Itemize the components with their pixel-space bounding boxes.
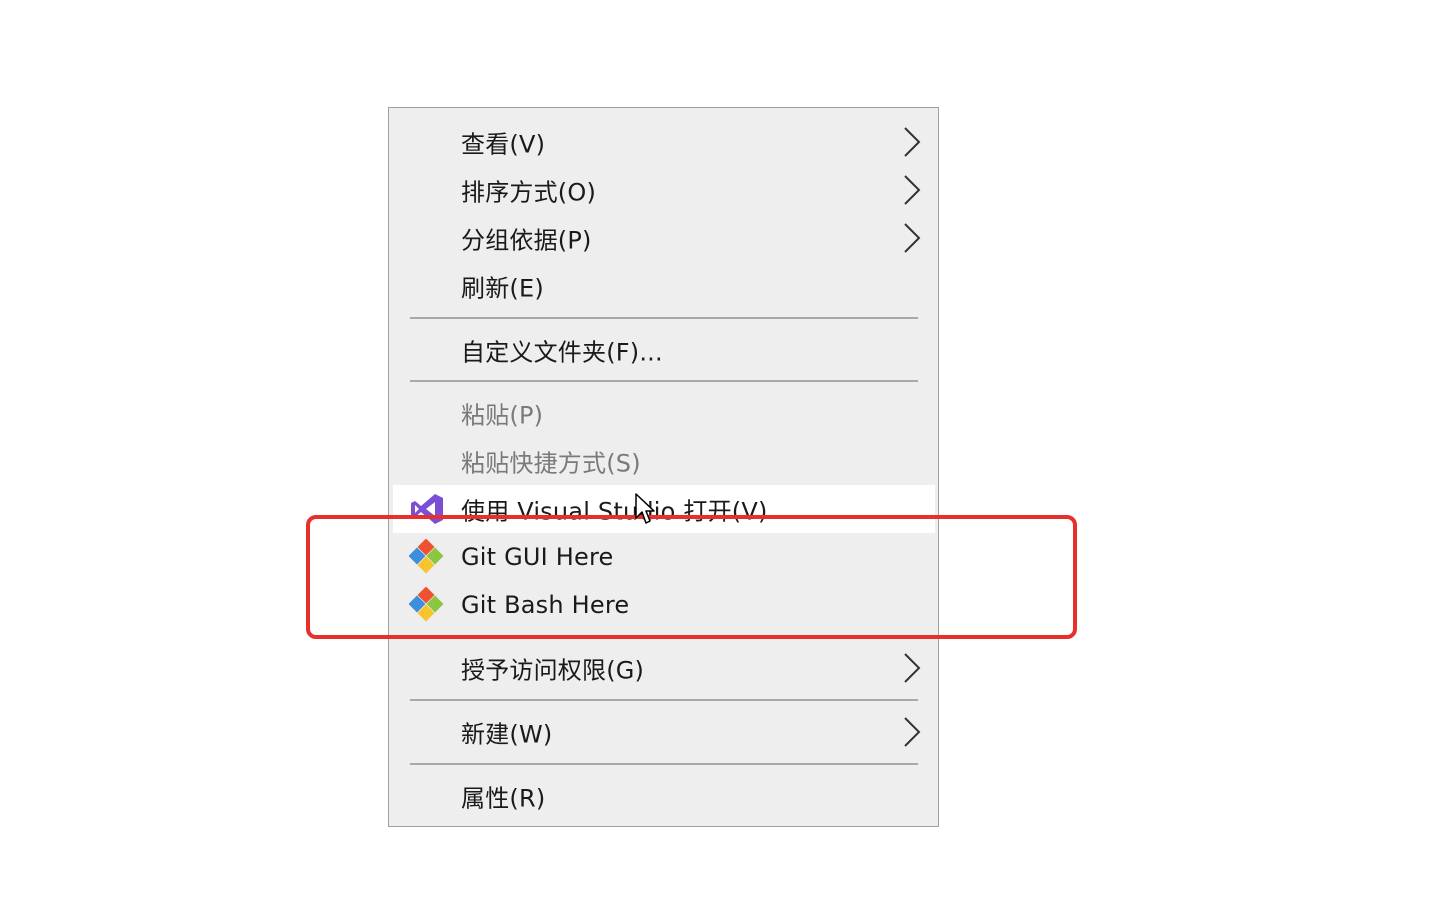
menu-separator xyxy=(410,699,918,701)
chevron-right-icon xyxy=(904,223,921,253)
menu-item-view[interactable]: 查看(V) xyxy=(389,118,938,166)
menu-item-paste: 粘贴(P) xyxy=(389,389,938,437)
menu-item-sort-by[interactable]: 排序方式(O) xyxy=(389,166,938,214)
menu-item-customize-folder[interactable]: 自定义文件夹(F)... xyxy=(389,326,938,374)
menu-item-label: 新建(W) xyxy=(461,720,553,749)
chevron-right-icon xyxy=(904,127,921,157)
chevron-right-icon xyxy=(904,717,921,747)
menu-item-new[interactable]: 新建(W) xyxy=(389,708,938,756)
menu-item-git-gui-here[interactable]: Git GUI Here xyxy=(389,533,938,581)
menu-item-git-bash-here[interactable]: Git Bash Here xyxy=(389,581,938,629)
menu-item-label: 刷新(E) xyxy=(461,274,544,303)
menu-item-label: 查看(V) xyxy=(461,130,546,159)
chevron-right-icon xyxy=(904,175,921,205)
menu-item-open-with-visual-studio[interactable]: 使用 Visual Studio 打开(V) xyxy=(393,485,935,533)
menu-item-give-access[interactable]: 授予访问权限(G) xyxy=(389,644,938,692)
menu-item-group-by[interactable]: 分组依据(P) xyxy=(389,214,938,262)
git-icon xyxy=(409,539,444,574)
menu-item-label: 排序方式(O) xyxy=(461,178,597,207)
menu-item-label: 分组依据(P) xyxy=(461,226,592,255)
context-menu: 查看(V) 排序方式(O) 分组依据(P) 刷新(E) 自定义文件夹(F)... xyxy=(388,107,939,827)
menu-item-label: Git Bash Here xyxy=(461,591,630,619)
menu-item-label: Git GUI Here xyxy=(461,543,614,571)
menu-item-label: 粘贴快捷方式(S) xyxy=(461,449,641,478)
chevron-right-icon xyxy=(904,653,921,683)
menu-item-label: 属性(R) xyxy=(461,784,546,813)
menu-item-refresh[interactable]: 刷新(E) xyxy=(389,262,938,310)
desktop-background: 查看(V) 排序方式(O) 分组依据(P) 刷新(E) 自定义文件夹(F)... xyxy=(0,0,1452,908)
menu-item-paste-shortcut: 粘贴快捷方式(S) xyxy=(389,437,938,485)
menu-separator xyxy=(410,635,918,637)
menu-separator xyxy=(410,317,918,319)
menu-item-label: 授予访问权限(G) xyxy=(461,656,645,685)
menu-item-properties[interactable]: 属性(R) xyxy=(389,772,938,820)
menu-separator xyxy=(410,380,918,382)
menu-item-label: 使用 Visual Studio 打开(V) xyxy=(461,497,768,526)
menu-item-label: 自定义文件夹(F)... xyxy=(461,338,663,367)
git-icon xyxy=(409,587,444,622)
menu-separator xyxy=(410,763,918,765)
menu-item-label: 粘贴(P) xyxy=(461,401,544,430)
visual-studio-icon xyxy=(411,494,443,524)
mouse-cursor-icon xyxy=(635,493,655,524)
